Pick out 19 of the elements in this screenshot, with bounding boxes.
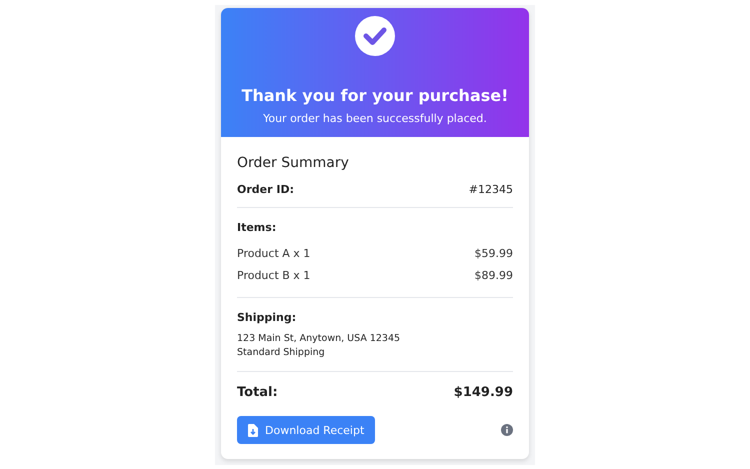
item-name: Product B x 1 [237,268,310,282]
order-id-label: Order ID: [237,183,294,196]
thank-you-title: Thank you for your purchase! [242,86,508,105]
total-label: Total: [237,385,278,400]
shipping-label: Shipping: [237,311,298,324]
check-icon [355,16,395,56]
item-price: $59.99 [474,246,513,260]
items-label: Items: [237,221,278,234]
order-id-value: #12345 [468,183,513,196]
shipping-detail: Standard Shipping [237,346,326,360]
info-icon[interactable] [501,424,513,436]
summary-heading: Order Summary [237,155,350,171]
file-download-icon [248,424,258,436]
item-price: $89.99 [474,268,513,282]
shipping-detail: 123 Main St, Anytown, USA 12345 [237,332,402,346]
download-receipt-button[interactable]: Download Receipt [237,416,376,444]
item-name: Product A x 1 [237,246,310,260]
confirmation-text: Your order has been successfully placed. [263,112,487,125]
total-value: $149.99 [454,385,513,400]
